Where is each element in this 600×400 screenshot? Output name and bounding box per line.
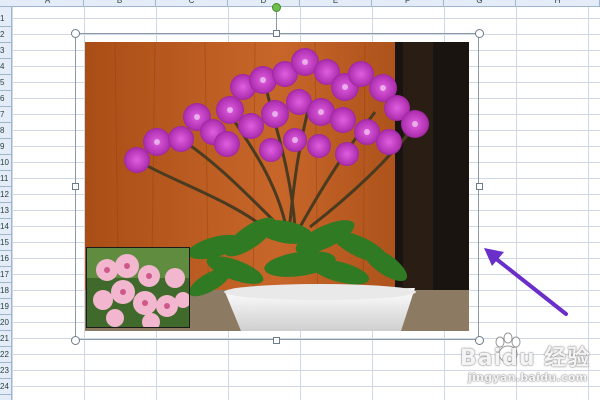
row-header-8[interactable]: 8	[0, 123, 11, 139]
row-header-10[interactable]: 10	[0, 155, 11, 171]
resize-handle-right[interactable]	[476, 183, 483, 190]
watermark-brand: Baidu 经验	[460, 346, 591, 371]
row-header-13[interactable]: 13	[0, 203, 11, 219]
resize-handle-top-left[interactable]	[71, 29, 80, 38]
watermark-url: jingyan.baidu.com	[468, 371, 588, 384]
row-header-3[interactable]: 3	[0, 43, 11, 59]
resize-handle-bottom[interactable]	[273, 337, 280, 344]
orchid-inset-picture[interactable]	[86, 247, 190, 328]
resize-handle-bottom-left[interactable]	[71, 336, 80, 345]
orchid-inset-art	[87, 248, 189, 327]
row-header-9[interactable]: 9	[0, 139, 11, 155]
row-header-24[interactable]: 24	[0, 379, 11, 395]
column-header-a[interactable]: A	[12, 0, 84, 6]
row-header-15[interactable]: 15	[0, 235, 11, 251]
pointer-arrow-icon	[484, 248, 568, 316]
row-header-11[interactable]: 11	[0, 171, 11, 187]
row-header: 1 2 3 4 5 6 7 8 9 10 11 12 13 14 15 16 1…	[0, 7, 12, 400]
baidu-watermark: Baidu 经验 jingyan.baidu.com	[438, 330, 598, 394]
row-header-17[interactable]: 17	[0, 267, 11, 283]
row-header-20[interactable]: 20	[0, 315, 11, 331]
column-header-h[interactable]: H	[516, 0, 600, 6]
column-header-e[interactable]: E	[300, 0, 372, 6]
row-header-14[interactable]: 14	[0, 219, 11, 235]
row-header-21[interactable]: 21	[0, 331, 11, 347]
resize-handle-top-right[interactable]	[475, 29, 484, 38]
row-header-6[interactable]: 6	[0, 91, 11, 107]
column-header: A B C D E F G H	[0, 0, 600, 7]
row-header-22[interactable]: 22	[0, 347, 11, 363]
row-header-7[interactable]: 7	[0, 107, 11, 123]
row-header-1[interactable]: 1	[0, 11, 11, 27]
column-header-b[interactable]: B	[84, 0, 156, 6]
row-header-16[interactable]: 16	[0, 251, 11, 267]
resize-handle-top[interactable]	[273, 30, 280, 37]
column-header-c[interactable]: C	[156, 0, 228, 6]
row-header-4[interactable]: 4	[0, 59, 11, 75]
row-header-19[interactable]: 19	[0, 299, 11, 315]
row-header-18[interactable]: 18	[0, 283, 11, 299]
row-header-12[interactable]: 12	[0, 187, 11, 203]
column-header-f[interactable]: F	[372, 0, 444, 6]
resize-handle-left[interactable]	[72, 183, 79, 190]
row-header-2[interactable]: 2	[0, 27, 11, 43]
row-header-5[interactable]: 5	[0, 75, 11, 91]
row-header-23[interactable]: 23	[0, 363, 11, 379]
column-header-g[interactable]: G	[444, 0, 516, 6]
rotate-handle[interactable]	[272, 3, 281, 12]
column-header-d[interactable]: D	[228, 0, 300, 6]
